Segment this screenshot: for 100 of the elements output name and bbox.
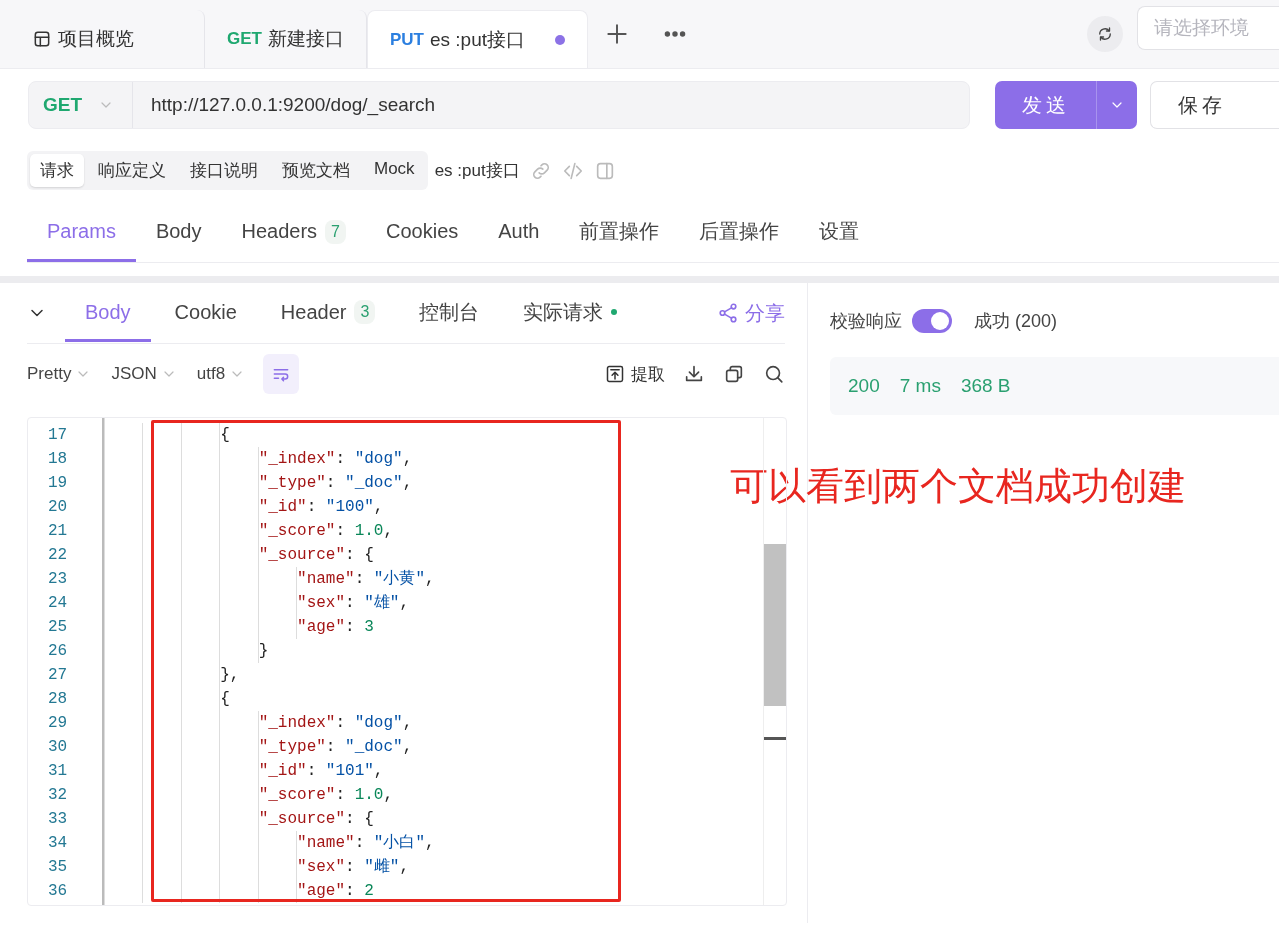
view-tab[interactable]: 接口说明: [180, 154, 268, 187]
url-text: http://127.0.0.1:9200/dog/_search: [150, 94, 436, 116]
param-tab[interactable]: Params: [27, 206, 136, 262]
save-button[interactable]: 保存: [1150, 81, 1279, 129]
count-badge: 7: [325, 219, 346, 244]
line-number: 31: [47, 761, 69, 782]
code-line: "name": "小黄",: [297, 570, 435, 588]
method-label: GET: [227, 29, 262, 49]
status-code: 200: [848, 375, 880, 397]
line-number: 28: [47, 689, 69, 710]
code-line: "name": "小白",: [297, 834, 435, 852]
tab-label: 项目概览: [58, 27, 134, 51]
validate-toggle[interactable]: [912, 309, 952, 333]
line-number: 21: [47, 521, 69, 542]
tab-label: Params: [47, 220, 116, 243]
share-label: 分享: [745, 300, 785, 326]
code-line: "_score": 1.0,: [258, 786, 394, 804]
layout-icon: [32, 29, 52, 49]
line-number: 29: [47, 713, 69, 734]
code-line: "_source": {: [258, 546, 374, 564]
tab-label: Body: [85, 300, 131, 324]
line-number: 34: [47, 833, 69, 854]
tab-label: Cookie: [174, 300, 237, 324]
refresh-button[interactable]: [1087, 16, 1123, 52]
code-line: "_score": 1.0,: [258, 522, 394, 540]
search-icon[interactable]: [763, 363, 785, 385]
view-tab[interactable]: 响应定义: [88, 154, 176, 187]
response-tab[interactable]: Header 3: [260, 284, 396, 342]
format-select[interactable]: Pretty: [27, 364, 92, 384]
param-tab[interactable]: 后置操作: [679, 206, 800, 262]
extract-icon: [605, 364, 625, 384]
line-number: 26: [47, 641, 69, 662]
code-line: {: [220, 426, 230, 444]
param-tab[interactable]: 前置操作: [559, 206, 680, 262]
response-tab[interactable]: 控制台: [399, 282, 500, 344]
view-tab[interactable]: Mock: [364, 154, 425, 187]
code-line: "_index": "dog",: [258, 450, 413, 468]
result-text: 成功 (200): [974, 310, 1058, 333]
tab[interactable]: 项目概览: [0, 10, 205, 68]
api-name: es :put接口: [434, 160, 520, 182]
response-tab[interactable]: Cookie: [154, 284, 257, 342]
param-tab[interactable]: Cookies: [366, 206, 479, 262]
send-label: 发送: [1020, 92, 1071, 118]
annotation-text: 可以看到两个文档成功创建: [730, 464, 1187, 509]
validate-label: 校验响应: [830, 310, 902, 333]
code-line: {: [220, 690, 230, 708]
response-time: 7 ms: [899, 375, 941, 397]
tab-label: 后置操作: [699, 219, 780, 244]
environment-select[interactable]: 请选择环境: [1137, 6, 1279, 50]
code-line: "_type": "_doc",: [258, 738, 413, 756]
format-label: Pretty: [27, 364, 72, 384]
param-tab[interactable]: Headers 7: [221, 206, 366, 262]
tab-label: Auth: [498, 220, 540, 243]
code-line: "age": 2: [297, 882, 374, 900]
response-tab[interactable]: Body: [65, 284, 151, 342]
tab-label: Headers: [241, 220, 318, 243]
url-field[interactable]: GET http://127.0.0.1:9200/dog/_search: [28, 81, 971, 129]
code-line: "_id": "100",: [258, 498, 384, 516]
tab-label: Header: [280, 300, 347, 324]
code-line: "age": 3: [297, 618, 374, 636]
code-line: "_id": "101",: [258, 762, 384, 780]
tab-label: es :put接口: [429, 27, 525, 52]
response-tab[interactable]: 实际请求: [503, 282, 638, 344]
line-number: 17: [47, 425, 69, 446]
copy-icon[interactable]: [723, 363, 745, 385]
tab-label: Cookies: [386, 220, 459, 243]
tab-label: Body: [155, 220, 202, 243]
line-number: 19: [47, 473, 69, 494]
format-label: JSON: [111, 364, 157, 384]
tab[interactable]: GET 新建接口: [205, 10, 367, 68]
code-line: "_type": "_doc",: [258, 474, 413, 492]
view-tab[interactable]: 预览文档: [272, 154, 360, 187]
extract-button[interactable]: 提取: [605, 362, 665, 386]
code-line: "_source": {: [258, 810, 374, 828]
format-select[interactable]: utf8: [196, 364, 246, 384]
extract-label: 提取: [631, 363, 665, 386]
tab-label: 实际请求: [523, 299, 604, 325]
send-button[interactable]: 发送: [995, 81, 1138, 129]
line-number: 24: [47, 593, 69, 614]
code-line: "sex": "雄",: [297, 594, 410, 612]
line-number: 23: [47, 569, 69, 590]
line-number: 27: [47, 665, 69, 686]
line-number: 35: [47, 857, 69, 878]
format-select[interactable]: JSON: [111, 364, 177, 384]
tab-label: 前置操作: [579, 219, 660, 244]
tab-label: 新建接口: [267, 27, 344, 51]
scrollbar-thumb[interactable]: [764, 544, 786, 706]
line-number: 20: [47, 497, 69, 518]
tab-label: 控制台: [419, 299, 480, 325]
param-tab[interactable]: 设置: [799, 206, 880, 262]
refresh-icon: [1096, 25, 1114, 43]
count-badge: 3: [354, 300, 376, 324]
response-size: 368 B: [960, 375, 1011, 397]
tab[interactable]: PUT es :put接口: [366, 10, 588, 68]
param-tab[interactable]: Auth: [478, 206, 560, 262]
wrap-button[interactable]: [263, 354, 300, 394]
share-button[interactable]: 分享: [717, 299, 785, 327]
param-tab[interactable]: Body: [135, 206, 222, 262]
view-tab[interactable]: 请求: [30, 154, 84, 187]
format-label: utf8: [196, 364, 226, 384]
